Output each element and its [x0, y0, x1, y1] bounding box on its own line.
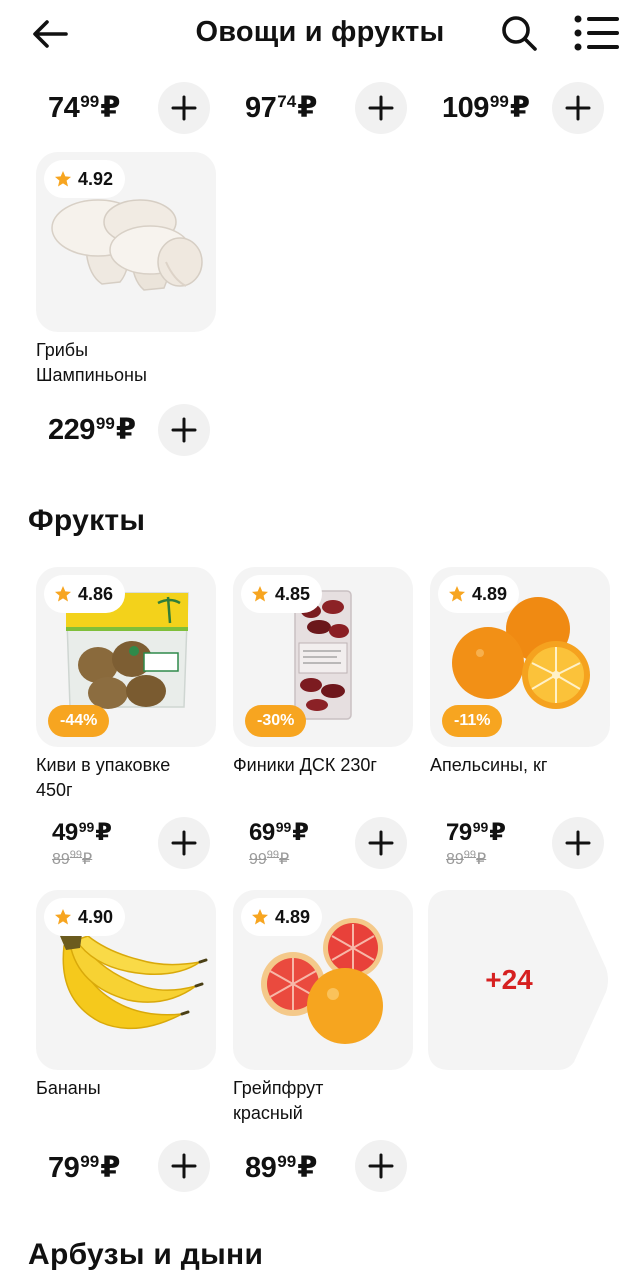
rating-badge: 4.85 [241, 575, 323, 613]
rating-badge: 4.92 [44, 160, 126, 198]
old-price: 8999₽ [446, 849, 487, 868]
rating-value: 4.90 [78, 906, 114, 927]
product-price: 4999₽ [52, 819, 112, 846]
plus-icon [565, 95, 591, 121]
product-image[interactable]: 4.89 -11% [430, 567, 610, 747]
arrow-left-icon [33, 20, 68, 48]
show-more-card[interactable]: +24 [428, 890, 610, 1070]
add-to-cart-button[interactable] [158, 1140, 210, 1192]
discount-badge: -44% [48, 705, 110, 737]
product-price-row: 7499₽ [36, 80, 216, 134]
plus-icon [171, 417, 197, 443]
plus-icon [171, 95, 197, 121]
rating-badge: 4.86 [44, 575, 126, 613]
search-icon [502, 16, 537, 51]
plus-icon [171, 830, 197, 856]
product-price: 10999₽ [442, 92, 530, 124]
rating-value: 4.89 [472, 583, 508, 604]
search-button[interactable] [496, 10, 542, 56]
rating-value: 4.85 [275, 583, 311, 604]
product-price-row: 9774₽ [233, 80, 413, 134]
plus-icon [368, 830, 394, 856]
add-to-cart-button[interactable] [158, 82, 210, 134]
product-image[interactable]: 4.89 [233, 890, 413, 1070]
rating-badge: 4.90 [44, 898, 126, 936]
product-price-row: 10999₽ [430, 80, 610, 134]
plus-icon [171, 1153, 197, 1179]
old-price: 9999₽ [249, 849, 290, 868]
product-price: 8999₽ [245, 1152, 317, 1184]
page-title: Овощи и фрукты [195, 16, 445, 48]
plus-icon [565, 830, 591, 856]
product-image[interactable]: 4.92 [36, 152, 216, 332]
product-name[interactable]: Грибы Шампиньоны [36, 338, 186, 388]
add-to-cart-button[interactable] [552, 82, 604, 134]
old-price: 8999₽ [52, 849, 93, 868]
add-to-cart-button[interactable] [158, 404, 210, 456]
plus-icon [368, 95, 394, 121]
product-price: 7999₽ [48, 1152, 120, 1184]
product-price: 7999₽ [446, 819, 506, 846]
discount-badge: -11% [442, 705, 503, 737]
product-price: 6999₽ [249, 819, 309, 846]
star-icon [55, 171, 71, 187]
product-name[interactable]: Бананы [36, 1076, 226, 1101]
discount-badge: -30% [245, 705, 307, 737]
rating-badge: 4.89 [438, 575, 520, 613]
product-name[interactable]: Апельсины, кг [430, 753, 620, 778]
product-price: 22999₽ [48, 414, 136, 446]
add-to-cart-button[interactable] [158, 817, 210, 869]
product-image[interactable]: 4.86 -44% [36, 567, 216, 747]
star-icon [55, 909, 71, 925]
back-button[interactable] [28, 12, 72, 56]
star-icon [449, 586, 465, 602]
more-count: +24 [485, 964, 533, 995]
rating-value: 4.92 [78, 168, 114, 189]
add-to-cart-button[interactable] [552, 817, 604, 869]
rating-badge: 4.89 [241, 898, 323, 936]
product-image[interactable]: 4.85 -30% [233, 567, 413, 747]
add-to-cart-button[interactable] [355, 817, 407, 869]
list-menu-icon [574, 15, 619, 51]
add-to-cart-button[interactable] [355, 1140, 407, 1192]
product-price: 9774₽ [245, 92, 317, 124]
rating-value: 4.86 [78, 583, 114, 604]
product-name[interactable]: Финики ДСК 230г [233, 753, 423, 778]
add-to-cart-button[interactable] [355, 82, 407, 134]
plus-icon [368, 1153, 394, 1179]
rating-value: 4.89 [275, 906, 311, 927]
header: Овощи и фрукты [0, 0, 640, 66]
star-icon [55, 586, 71, 602]
product-price: 7499₽ [48, 92, 120, 124]
star-icon [252, 586, 268, 602]
list-menu-button[interactable] [572, 10, 622, 56]
product-name[interactable]: Киви в упаковке 450г [36, 753, 206, 803]
product-name[interactable]: Грейпфрут красный [233, 1076, 363, 1126]
section-title-melons: Арбузы и дыни [28, 1238, 264, 1271]
section-title-fruits: Фрукты [28, 504, 146, 537]
product-image[interactable]: 4.90 [36, 890, 216, 1070]
star-icon [252, 909, 268, 925]
